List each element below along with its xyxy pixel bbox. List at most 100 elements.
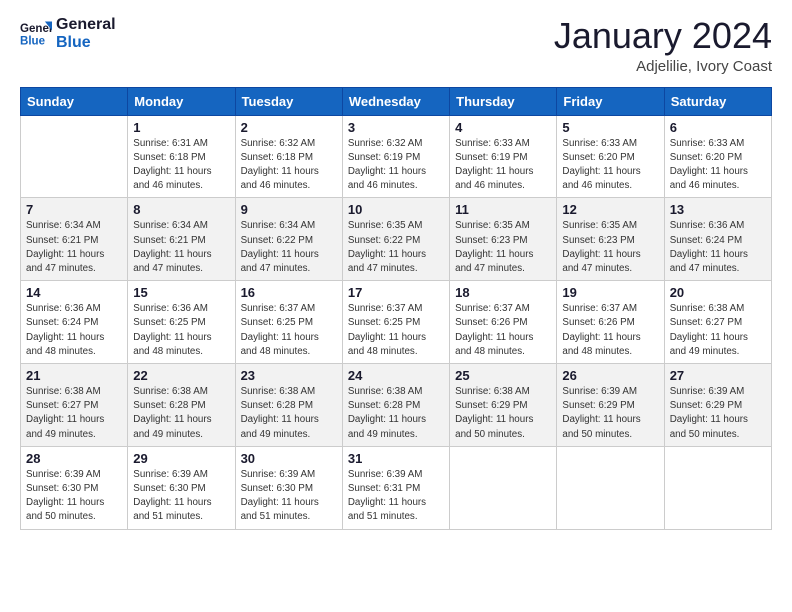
calendar-table: SundayMondayTuesdayWednesdayThursdayFrid… — [20, 87, 772, 530]
day-number: 21 — [26, 368, 122, 383]
day-number: 22 — [133, 368, 229, 383]
calendar-day-cell: 9Sunrise: 6:34 AMSunset: 6:22 PMDaylight… — [235, 198, 342, 281]
day-info: Sunrise: 6:37 AMSunset: 6:25 PMDaylight:… — [348, 302, 444, 359]
logo-general: General — [56, 16, 116, 34]
logo-icon: General Blue — [20, 18, 52, 50]
day-info: Sunrise: 6:38 AMSunset: 6:29 PMDaylight:… — [455, 385, 551, 442]
day-number: 16 — [241, 285, 337, 300]
day-header-tuesday: Tuesday — [235, 87, 342, 115]
calendar-day-cell: 18 Sunrise: 6:37 AMSunset: 6:26 PMDayligh… — [450, 281, 557, 364]
day-number: 25 — [455, 368, 551, 383]
day-info: Sunrise: 6:36 AMSunset: 6:25 PMDaylight:… — [133, 302, 229, 359]
calendar-day-cell: 13 Sunrise: 6:36 AMSunset: 6:24 PMDayligh… — [664, 198, 771, 281]
day-info: Sunrise: 6:37 AMSunset: 6:26 PMDaylight:… — [562, 302, 658, 359]
day-info: Sunrise: 6:32 AMSunset: 6:18 PMDaylight:… — [241, 137, 337, 194]
calendar-day-cell: 28 Sunrise: 6:39 AMSunset: 6:30 PMDayligh… — [21, 446, 128, 529]
calendar-day-cell: 7 Sunrise: 6:34 AMSunset: 6:21 PMDaylight… — [21, 198, 128, 281]
calendar-day-cell: 21 Sunrise: 6:38 AMSunset: 6:27 PMDayligh… — [21, 364, 128, 447]
title-section: January 2024 Adjelilie, Ivory Coast — [554, 16, 772, 75]
day-info: Sunrise: 6:39 AMSunset: 6:29 PMDaylight:… — [670, 385, 766, 442]
header: General Blue General Blue January 2024 A… — [20, 16, 772, 75]
day-number: 4 — [455, 120, 551, 135]
calendar-header-row: SundayMondayTuesdayWednesdayThursdayFrid… — [21, 87, 772, 115]
day-number: 14 — [26, 285, 122, 300]
day-info: Sunrise: 6:33 AMSunset: 6:20 PMDaylight:… — [670, 137, 766, 194]
calendar-day-cell: 23 Sunrise: 6:38 AMSunset: 6:28 PMDayligh… — [235, 364, 342, 447]
day-header-sunday: Sunday — [21, 87, 128, 115]
day-number: 31 — [348, 451, 444, 466]
calendar-day-cell: 15Sunrise: 6:36 AMSunset: 6:25 PMDayligh… — [128, 281, 235, 364]
day-number: 7 — [26, 202, 122, 217]
calendar-day-cell — [21, 115, 128, 198]
calendar-day-cell — [450, 446, 557, 529]
day-number: 30 — [241, 451, 337, 466]
calendar-day-cell — [557, 446, 664, 529]
day-number: 23 — [241, 368, 337, 383]
day-number: 13 — [670, 202, 766, 217]
day-info: Sunrise: 6:39 AMSunset: 6:31 PMDaylight:… — [348, 468, 444, 525]
calendar-day-cell: 6 Sunrise: 6:33 AMSunset: 6:20 PMDaylight… — [664, 115, 771, 198]
calendar-week-row: 14Sunrise: 6:36 AMSunset: 6:24 PMDayligh… — [21, 281, 772, 364]
day-number: 5 — [562, 120, 658, 135]
calendar-day-cell: 22 Sunrise: 6:38 AMSunset: 6:28 PMDayligh… — [128, 364, 235, 447]
day-number: 1 — [133, 120, 229, 135]
calendar-day-cell: 2Sunrise: 6:32 AMSunset: 6:18 PMDaylight… — [235, 115, 342, 198]
day-info: Sunrise: 6:33 AMSunset: 6:19 PMDaylight:… — [455, 137, 551, 194]
day-info: Sunrise: 6:38 AMSunset: 6:28 PMDaylight:… — [241, 385, 337, 442]
day-number: 27 — [670, 368, 766, 383]
calendar-week-row: 1Sunrise: 6:31 AMSunset: 6:18 PMDaylight… — [21, 115, 772, 198]
calendar-day-cell: 11Sunrise: 6:35 AMSunset: 6:23 PMDayligh… — [450, 198, 557, 281]
calendar-day-cell: 12 Sunrise: 6:35 AMSunset: 6:23 PMDayligh… — [557, 198, 664, 281]
day-number: 24 — [348, 368, 444, 383]
day-header-thursday: Thursday — [450, 87, 557, 115]
day-number: 19 — [562, 285, 658, 300]
calendar-day-cell: 20 Sunrise: 6:38 AMSunset: 6:27 PMDayligh… — [664, 281, 771, 364]
logo-blue: Blue — [56, 34, 116, 52]
day-info: Sunrise: 6:38 AMSunset: 6:28 PMDaylight:… — [348, 385, 444, 442]
calendar-day-cell: 5Sunrise: 6:33 AMSunset: 6:20 PMDaylight… — [557, 115, 664, 198]
day-info: Sunrise: 6:38 AMSunset: 6:27 PMDaylight:… — [26, 385, 122, 442]
day-number: 17 — [348, 285, 444, 300]
day-info: Sunrise: 6:34 AMSunset: 6:21 PMDaylight:… — [133, 219, 229, 276]
calendar-day-cell: 29 Sunrise: 6:39 AMSunset: 6:30 PMDayligh… — [128, 446, 235, 529]
day-number: 28 — [26, 451, 122, 466]
calendar-day-cell: 10 Sunrise: 6:35 AMSunset: 6:22 PMDayligh… — [342, 198, 449, 281]
calendar-week-row: 7 Sunrise: 6:34 AMSunset: 6:21 PMDaylight… — [21, 198, 772, 281]
day-header-friday: Friday — [557, 87, 664, 115]
svg-text:General: General — [20, 24, 52, 36]
day-number: 6 — [670, 120, 766, 135]
day-info: Sunrise: 6:38 AMSunset: 6:28 PMDaylight:… — [133, 385, 229, 442]
calendar-day-cell: 19 Sunrise: 6:37 AMSunset: 6:26 PMDayligh… — [557, 281, 664, 364]
day-number: 12 — [562, 202, 658, 217]
day-number: 18 — [455, 285, 551, 300]
day-number: 8 — [133, 202, 229, 217]
calendar-day-cell: 4 Sunrise: 6:33 AMSunset: 6:19 PMDaylight… — [450, 115, 557, 198]
day-number: 26 — [562, 368, 658, 383]
day-info: Sunrise: 6:39 AMSunset: 6:30 PMDaylight:… — [133, 468, 229, 525]
day-info: Sunrise: 6:36 AMSunset: 6:24 PMDaylight:… — [670, 219, 766, 276]
calendar-day-cell: 31 Sunrise: 6:39 AMSunset: 6:31 PMDayligh… — [342, 446, 449, 529]
day-info: Sunrise: 6:35 AMSunset: 6:22 PMDaylight:… — [348, 219, 444, 276]
day-number: 3 — [348, 120, 444, 135]
day-info: Sunrise: 6:38 AMSunset: 6:27 PMDaylight:… — [670, 302, 766, 359]
calendar-day-cell: 24 Sunrise: 6:38 AMSunset: 6:28 PMDayligh… — [342, 364, 449, 447]
calendar-day-cell: 17 Sunrise: 6:37 AMSunset: 6:25 PMDayligh… — [342, 281, 449, 364]
day-info: Sunrise: 6:34 AMSunset: 6:21 PMDaylight:… — [26, 219, 122, 276]
calendar-day-cell: 16Sunrise: 6:37 AMSunset: 6:25 PMDayligh… — [235, 281, 342, 364]
day-info: Sunrise: 6:39 AMSunset: 6:30 PMDaylight:… — [26, 468, 122, 525]
calendar-week-row: 28 Sunrise: 6:39 AMSunset: 6:30 PMDayligh… — [21, 446, 772, 529]
day-info: Sunrise: 6:32 AMSunset: 6:19 PMDaylight:… — [348, 137, 444, 194]
svg-text:Blue: Blue — [20, 36, 46, 48]
month-year-title: January 2024 — [554, 16, 772, 56]
calendar-day-cell: 25 Sunrise: 6:38 AMSunset: 6:29 PMDayligh… — [450, 364, 557, 447]
day-header-monday: Monday — [128, 87, 235, 115]
day-number: 20 — [670, 285, 766, 300]
day-number: 29 — [133, 451, 229, 466]
location-subtitle: Adjelilie, Ivory Coast — [554, 58, 772, 75]
day-info: Sunrise: 6:35 AMSunset: 6:23 PMDaylight:… — [562, 219, 658, 276]
day-info: Sunrise: 6:37 AMSunset: 6:26 PMDaylight:… — [455, 302, 551, 359]
day-number: 10 — [348, 202, 444, 217]
day-info: Sunrise: 6:34 AMSunset: 6:22 PMDaylight:… — [241, 219, 337, 276]
calendar-day-cell — [664, 446, 771, 529]
calendar-body: 1Sunrise: 6:31 AMSunset: 6:18 PMDaylight… — [21, 115, 772, 529]
